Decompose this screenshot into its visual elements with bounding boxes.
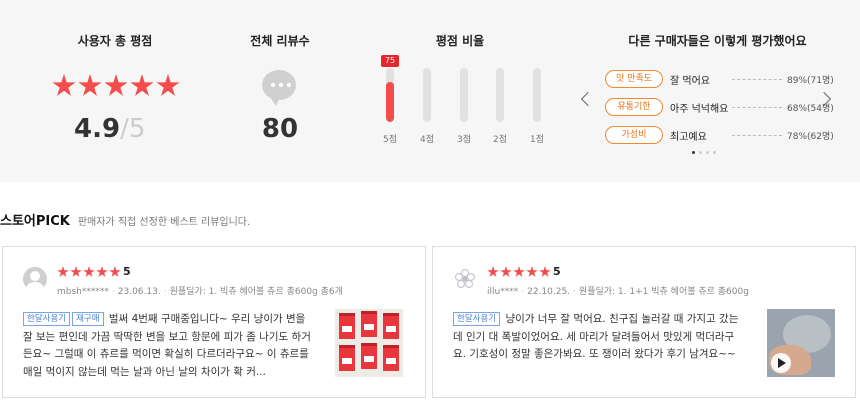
review-stars bbox=[57, 266, 121, 278]
review-summary: 사용자 총 평점 4.9/5 전체 리뷰수 80 평점 비율 75 5점 4점 bbox=[0, 0, 860, 182]
star-icon bbox=[57, 266, 69, 277]
review-tag: 한달사용기 bbox=[23, 312, 71, 326]
distribution-fill bbox=[386, 81, 394, 122]
play-icon[interactable] bbox=[771, 353, 791, 373]
review-photo-thumbnail[interactable] bbox=[335, 309, 403, 377]
review-option: 원플딜가: 1. 빅츄 헤어볼 츄르 총600g 총6개 bbox=[169, 287, 343, 297]
evaluation-text: 최고예요 bbox=[670, 131, 707, 143]
review-rating: 5 bbox=[553, 265, 561, 278]
star-icon bbox=[500, 266, 512, 277]
review-tag: 재구매 bbox=[72, 312, 104, 326]
review-option: 원플딜가: 1. 1+1 빅츄 헤어볼 츄르 총600g bbox=[578, 287, 749, 297]
speech-bubble-icon bbox=[262, 70, 296, 106]
review-date: 23.06.13. bbox=[117, 287, 161, 297]
star-icon bbox=[526, 266, 538, 277]
buyer-evaluation-title: 다른 구매자들은 이렇게 평가했어요 bbox=[628, 34, 807, 48]
distribution-bar-2: 2점 bbox=[485, 58, 515, 148]
star-icon bbox=[78, 74, 102, 96]
store-pick-title: 스토어PICK bbox=[0, 214, 70, 229]
evaluation-tag: 유통기한 bbox=[605, 98, 663, 116]
pager-dot[interactable] bbox=[699, 151, 702, 154]
star-icon bbox=[96, 266, 108, 277]
star-icon bbox=[83, 266, 95, 277]
review-text-block[interactable]: 한달사용기 재구매 벌써 4번째 구매중입니다~ 우리 냥이가 변을 잘 보는 편… bbox=[23, 311, 315, 381]
distribution-label: 5점 bbox=[382, 135, 397, 145]
star-icon bbox=[156, 74, 180, 96]
star-icon bbox=[130, 74, 154, 96]
rating-stars bbox=[52, 74, 180, 98]
star-icon bbox=[109, 266, 121, 277]
review-card[interactable]: 5 mbsh****** · 23.06.13. · 원플딜가: 1. 빅츄 헤어볼 츄… bbox=[2, 246, 426, 398]
store-pick-header: 스토어PICK 판매자가 직접 선정한 베스트 리뷰입니다. bbox=[0, 210, 250, 230]
evaluation-text: 아주 넉넉해요 bbox=[670, 103, 729, 115]
total-reviews-section: 전체 리뷰수 80 bbox=[230, 0, 330, 182]
distribution-bar-1: 1점 bbox=[522, 58, 552, 148]
chevron-left-icon[interactable] bbox=[580, 91, 596, 107]
star-icon bbox=[70, 266, 82, 277]
evaluation-percent: 78%(62명) bbox=[787, 131, 834, 142]
total-reviews-title: 전체 리뷰수 bbox=[250, 34, 310, 48]
review-rating: 5 bbox=[123, 265, 131, 278]
store-pick-subtitle: 판매자가 직접 선정한 베스트 리뷰입니다. bbox=[77, 217, 251, 228]
pager-dot[interactable] bbox=[706, 151, 709, 154]
distribution-label: 1점 bbox=[529, 135, 544, 145]
review-meta: illu**** · 22.10.25. · 원플딜가: 1. 1+1 빅츄 헤어볼 츄… bbox=[487, 287, 749, 297]
review-stars bbox=[487, 266, 551, 278]
distribution-bar-5: 75 5점 bbox=[375, 55, 405, 148]
review-date: 22.10.25. bbox=[527, 287, 571, 297]
star-icon bbox=[104, 74, 128, 96]
buyer-evaluation-section: 다른 구매자들은 이렇게 평가했어요 맛 만족도 잘 먹어요 89%(71명) … bbox=[575, 0, 860, 182]
rating-distribution-section: 평점 비율 75 5점 4점 3점 2점 1점 bbox=[370, 0, 560, 182]
evaluation-row: 가성비 최고예요 78%(62명) bbox=[605, 126, 834, 144]
distribution-bar-3: 3점 bbox=[449, 58, 479, 148]
rating-distribution-title: 평점 비율 bbox=[435, 34, 485, 48]
avatar bbox=[23, 267, 47, 291]
reviewer-id: illu**** bbox=[487, 287, 519, 297]
carousel-pager bbox=[692, 151, 716, 154]
total-reviews-count: 80 bbox=[261, 114, 299, 144]
review-meta: mbsh****** · 23.06.13. · 원플딜가: 1. 빅츄 헤어볼 츄르 … bbox=[57, 287, 343, 297]
total-rating-title: 사용자 총 평점 bbox=[77, 34, 153, 48]
total-rating-section: 사용자 총 평점 4.9/5 bbox=[40, 0, 190, 182]
flower-avatar-icon bbox=[454, 268, 476, 289]
dashed-divider bbox=[732, 106, 782, 108]
star-icon bbox=[52, 74, 76, 96]
distribution-label: 3점 bbox=[456, 135, 471, 145]
review-text-block[interactable]: 한달사용기 냥이가 너무 잘 먹어요. 친구집 놀러갈 때 가지고 갔는데 인기… bbox=[453, 311, 745, 364]
evaluation-row: 맛 만족도 잘 먹어요 89%(71명) bbox=[605, 70, 834, 88]
distribution-label: 2점 bbox=[492, 135, 507, 145]
score-max: 5 bbox=[128, 114, 146, 144]
evaluation-text: 잘 먹어요 bbox=[670, 75, 710, 87]
evaluation-percent: 89%(71명) bbox=[787, 75, 834, 86]
pager-dot[interactable] bbox=[692, 151, 695, 154]
distribution-badge: 75 bbox=[381, 55, 399, 67]
score-separator: / bbox=[120, 114, 129, 144]
review-tag: 한달사용기 bbox=[453, 312, 501, 326]
score-value: 4.9 bbox=[74, 114, 121, 144]
review-video-thumbnail[interactable] bbox=[767, 309, 835, 377]
evaluation-row: 유통기한 아주 넉넉해요 68%(54명) bbox=[605, 98, 834, 116]
dashed-divider bbox=[732, 134, 782, 136]
distribution-bar-4: 4점 bbox=[412, 58, 442, 148]
star-icon bbox=[513, 266, 525, 277]
star-icon bbox=[487, 266, 499, 277]
evaluation-tag: 가성비 bbox=[605, 126, 663, 144]
dashed-divider bbox=[732, 78, 782, 80]
distribution-label: 4점 bbox=[419, 135, 434, 145]
review-card[interactable]: 5 illu**** · 22.10.25. · 원플딜가: 1. 1+1 빅츄 헤어볼… bbox=[432, 246, 856, 398]
reviewer-id: mbsh****** bbox=[57, 287, 109, 297]
pager-dot[interactable] bbox=[713, 151, 716, 154]
evaluation-tag: 맛 만족도 bbox=[605, 70, 663, 88]
star-icon bbox=[539, 266, 551, 277]
average-score: 4.9/5 bbox=[74, 114, 145, 144]
